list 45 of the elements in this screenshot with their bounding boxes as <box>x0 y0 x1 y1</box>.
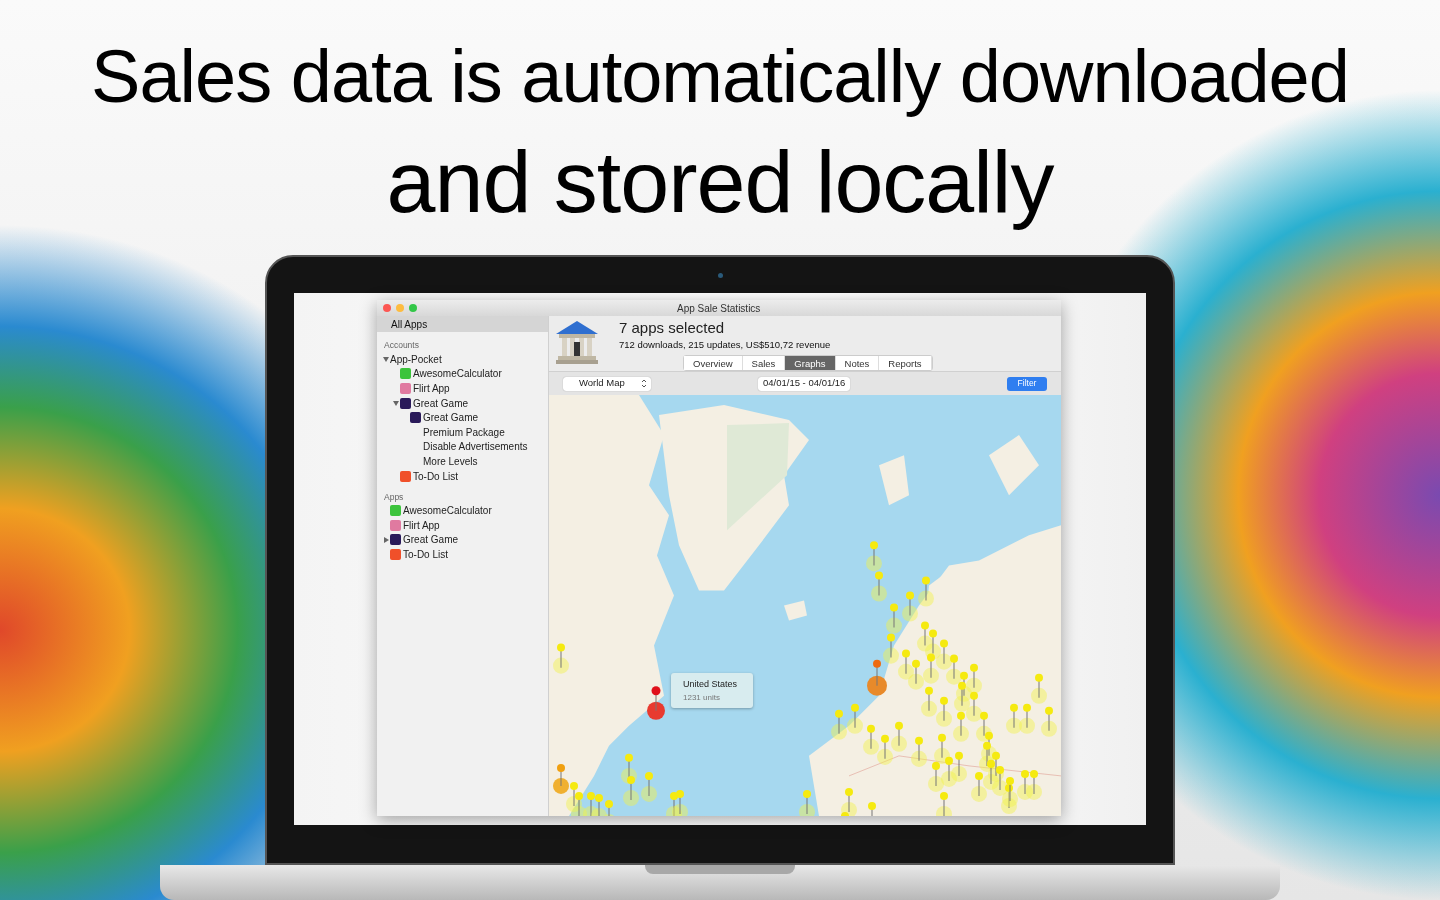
camera-icon <box>717 273 723 278</box>
app-icon <box>410 412 421 424</box>
window-title: App Sale Statistics <box>677 301 761 316</box>
app-icon <box>390 548 401 560</box>
section-heading: Accounts <box>383 339 420 352</box>
disclosure-triangle-icon[interactable] <box>392 400 399 407</box>
app-icon <box>390 505 401 517</box>
close-button[interactable] <box>383 304 391 312</box>
section-heading: Apps <box>383 490 405 504</box>
disclosure-triangle-icon[interactable] <box>382 356 389 363</box>
bank-icon <box>553 318 601 366</box>
app-icon <box>400 368 411 380</box>
sidebar-item[interactable]: App-Pocket <box>390 351 442 367</box>
world-map-drawing[interactable] <box>549 395 1061 816</box>
up-down-chevron-icon <box>641 379 647 388</box>
app-icon <box>400 397 411 409</box>
minimize-button[interactable] <box>396 304 404 312</box>
app-icon <box>400 383 411 394</box>
sidebar-item[interactable]: AwesomeCalculator <box>413 366 502 382</box>
sidebar-item[interactable]: Great Game <box>403 532 459 548</box>
disclosure-triangle-icon[interactable] <box>382 536 389 543</box>
sidebar-header[interactable]: All Apps <box>377 316 548 332</box>
app-icon <box>400 470 411 482</box>
tooltip-title: United States <box>683 678 739 691</box>
sidebar-item[interactable]: More Levels <box>423 453 478 469</box>
sidebar-item[interactable]: Flirt App <box>403 517 440 533</box>
selection-summary: 712 downloads, 215 updates, US$510,72 revenue <box>619 338 832 352</box>
zoom-button[interactable] <box>409 304 417 312</box>
selection-title: 7 apps selected <box>619 320 726 335</box>
filter-button[interactable]: Filter <box>1007 376 1047 391</box>
date-range-field[interactable]: 04/01/15 - 04/01/16 <box>758 376 851 391</box>
app-icon <box>390 534 401 546</box>
map-type-select[interactable]: World Map <box>563 376 651 391</box>
sidebar-item[interactable]: Disable Advertisements <box>423 439 528 455</box>
sidebar-item[interactable]: Great Game <box>423 410 479 426</box>
sidebar-item[interactable]: Great Game <box>413 395 469 411</box>
sidebar-item[interactable]: Flirt App <box>413 381 450 396</box>
sidebar-item[interactable]: To-Do List <box>403 546 448 562</box>
app-icon <box>390 519 401 531</box>
sidebar-item[interactable]: To-Do List <box>413 468 458 484</box>
sidebar-item[interactable]: Premium Package <box>423 424 505 440</box>
tab[interactable]: Graphs <box>785 356 836 371</box>
tooltip-subtitle: 1231 units <box>683 691 721 704</box>
sidebar-item[interactable]: AwesomeCalculator <box>403 503 492 519</box>
tab[interactable]: Overview <box>684 356 743 371</box>
